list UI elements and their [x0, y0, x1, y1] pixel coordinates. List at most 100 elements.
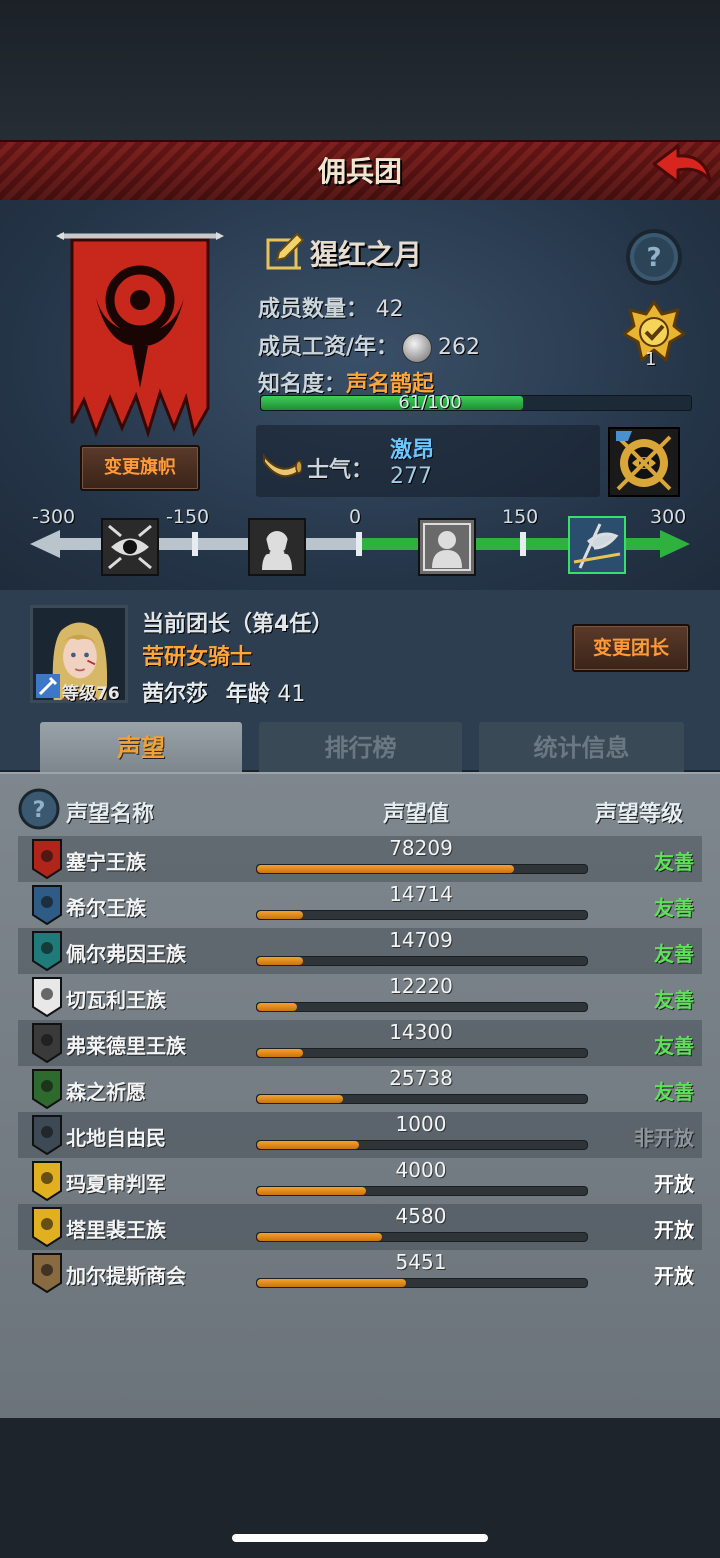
morale-tick-label: -150 [166, 506, 210, 528]
reputation-value: 12220 [389, 974, 453, 998]
reputation-bar-fill [257, 865, 515, 873]
reputation-bar-fill [257, 1049, 304, 1057]
dark-mask-icon [32, 1023, 62, 1063]
teal-wave-icon [32, 931, 62, 971]
table-row[interactable]: 佩尔弗因王族 14709 友善 [18, 928, 702, 974]
leader-age-label: 年龄 [225, 682, 270, 707]
change-leader-button[interactable]: 变更团长 [572, 624, 690, 672]
table-row[interactable]: 北地自由民 1000 非开放 [18, 1112, 702, 1158]
home-indicator[interactable] [232, 1534, 488, 1542]
table-row[interactable]: 弗莱德里王族 14300 友善 [18, 1020, 702, 1066]
tab-reputation[interactable]: 声望 [40, 722, 242, 772]
reputation-value: 1000 [395, 1112, 447, 1136]
leader-title: 当前团长（第4任） [142, 612, 334, 637]
reputation-bar-fill [257, 1141, 360, 1149]
edit-name-icon[interactable] [265, 232, 305, 272]
reputation-bar [256, 956, 588, 966]
reputation-value: 5451 [395, 1250, 447, 1274]
back-arrow-icon[interactable] [648, 142, 714, 194]
reputation-level: 友善 [654, 1080, 694, 1104]
reputation-bar [256, 1002, 588, 1012]
svg-text:?: ? [33, 798, 46, 823]
faction-name: 切瓦利王族 [66, 988, 166, 1012]
faction-name: 塞宁王族 [66, 850, 146, 874]
reputation-level: 开放 [654, 1264, 694, 1288]
wage-value: 262 [438, 335, 481, 360]
leader-name: 茜尔莎 [142, 682, 209, 707]
morale-state-calm-icon [418, 518, 476, 576]
leader-level: 等级76 [62, 684, 120, 704]
reputation-level: 友善 [654, 1034, 694, 1058]
guild-banner-icon [56, 232, 224, 438]
morale-eye-icon[interactable] [608, 427, 680, 497]
tab-ranking[interactable]: 排行榜 [259, 722, 462, 772]
reputation-level: 友善 [654, 988, 694, 1012]
reputation-value: 14709 [389, 928, 453, 952]
help-icon[interactable]: ? [18, 788, 60, 830]
table-row[interactable]: 希尔王族 14714 友善 [18, 882, 702, 928]
sword-icon [36, 674, 60, 698]
reputation-bar-fill [257, 911, 304, 919]
column-header-level: 声望等级 [595, 802, 684, 827]
change-banner-button[interactable]: 变更旗帜 [80, 445, 200, 491]
reputation-value: 14300 [389, 1020, 453, 1044]
crown-icon [32, 1207, 62, 1247]
members-label: 成员数量： [258, 297, 369, 322]
leader-info-row: 茜尔莎 年龄 41 [142, 676, 305, 708]
top-background [0, 0, 720, 140]
table-row[interactable]: 切瓦利王族 12220 友善 [18, 974, 702, 1020]
faction-name: 森之祈愿 [66, 1080, 146, 1104]
reputation-bar-fill [257, 957, 304, 965]
chest-icon [32, 1253, 62, 1293]
reputation-bar [256, 1232, 588, 1242]
morale-tick-label: 300 [650, 506, 687, 528]
column-header-name: 声望名称 [66, 802, 155, 827]
table-row[interactable]: 森之祈愿 25738 友善 [18, 1066, 702, 1112]
morale-state-inspired-icon [568, 516, 626, 574]
reputation-bar [256, 864, 588, 874]
column-header-value: 声望值 [383, 802, 450, 827]
reputation-bar [256, 910, 588, 920]
morale-state-fear-icon [248, 518, 306, 576]
reputation-level: 开放 [654, 1172, 694, 1196]
members-row: 成员数量： 42 [258, 291, 404, 323]
silver-coin-icon [402, 333, 433, 363]
reputation-value: 78209 [389, 836, 453, 860]
reputation-bar [256, 1048, 588, 1058]
reputation-level: 友善 [654, 942, 694, 966]
morale-label: 士气： [307, 458, 374, 483]
blue-helm-icon [32, 885, 62, 925]
reputation-bar-fill [257, 1003, 297, 1011]
leader-age: 41 [277, 682, 306, 707]
leader-class: 苦研女骑士 [142, 645, 253, 670]
reputation-level: 开放 [654, 1218, 694, 1242]
reputation-bar-fill [257, 1095, 343, 1103]
reputation-bar [256, 1278, 588, 1288]
wage-label: 成员工资/年： [258, 335, 399, 360]
table-row[interactable]: 塔里裴王族 4580 开放 [18, 1204, 702, 1250]
scales-icon [32, 977, 62, 1017]
fame-progress-text: 61/100 [398, 392, 462, 413]
morale-tick-label: 150 [502, 506, 539, 528]
reputation-value: 14714 [389, 882, 453, 906]
reputation-bar [256, 1140, 588, 1150]
help-icon[interactable]: ? [625, 228, 683, 286]
guild-name: 猩红之月 [310, 238, 423, 271]
faction-name: 希尔王族 [66, 896, 146, 920]
table-row[interactable]: 加尔提斯商会 5451 开放 [18, 1250, 702, 1296]
morale-tick-label: -300 [32, 506, 76, 528]
members-count: 42 [375, 297, 404, 322]
faction-name: 塔里裴王族 [66, 1218, 166, 1242]
reputation-level: 友善 [654, 850, 694, 874]
page-title: 佣兵团 [317, 155, 402, 188]
reputation-level: 非开放 [634, 1126, 694, 1150]
tree-icon [32, 1069, 62, 1109]
reputation-value: 4000 [395, 1158, 447, 1182]
faction-name: 弗莱德里王族 [66, 1034, 186, 1058]
table-row[interactable]: 塞宁王族 78209 友善 [18, 836, 702, 882]
rank-number: 1 [645, 349, 657, 370]
morale-tick-label: 0 [349, 506, 362, 528]
tab-statistics[interactable]: 统计信息 [479, 722, 684, 772]
table-row[interactable]: 玛夏审判军 4000 开放 [18, 1158, 702, 1204]
reputation-bar-fill [257, 1279, 406, 1287]
